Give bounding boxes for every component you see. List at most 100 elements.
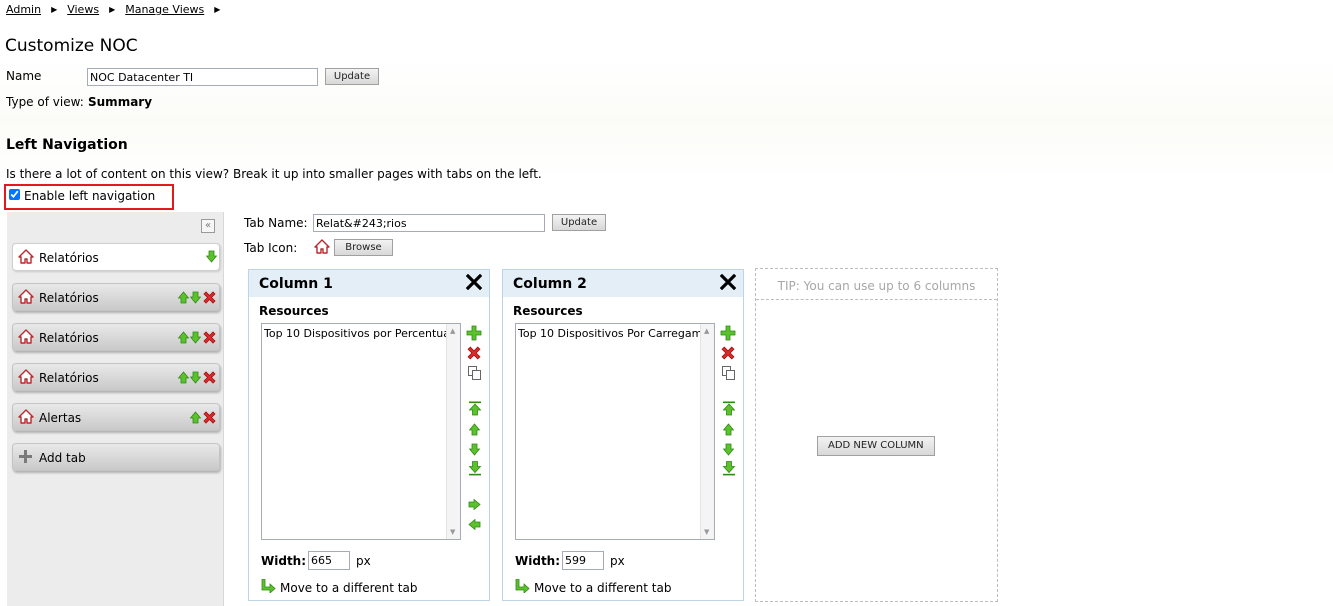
move-up-icon[interactable]: [177, 331, 190, 347]
move-up-icon[interactable]: [177, 371, 190, 387]
breadcrumb-views[interactable]: Views: [67, 3, 99, 16]
width-unit: px: [356, 554, 371, 568]
house-icon: [314, 239, 330, 257]
house-icon: [18, 289, 34, 307]
move-tab-arrow-icon: [515, 579, 530, 596]
title-redaction: [137, 36, 257, 51]
tab-actions: [177, 290, 217, 308]
move-to-bottom-icon[interactable]: [722, 461, 736, 479]
move-down-icon[interactable]: [722, 443, 735, 459]
breadcrumb-manage-views[interactable]: Manage Views: [125, 3, 204, 16]
delete-icon[interactable]: [202, 330, 217, 348]
browse-icon-button[interactable]: Browse: [334, 239, 393, 256]
tab-label: Relatórios: [39, 371, 99, 385]
add-resource-icon[interactable]: [466, 325, 482, 344]
tab-label: Relatórios: [39, 291, 99, 305]
move-tab-arrow-icon: [261, 579, 276, 596]
move-down-icon[interactable]: [468, 443, 481, 459]
close-column-icon[interactable]: [465, 273, 483, 293]
scroll-down-icon[interactable]: ▼: [450, 528, 455, 536]
add-new-column-button[interactable]: ADD NEW COLUMN: [817, 436, 935, 456]
resources-list[interactable]: Top 10 Dispositivos Por Carregamento ▲ ▼: [515, 323, 715, 540]
resource-item[interactable]: Top 10 Dispositivos Por Carregamento: [518, 327, 700, 340]
left-navigation-description: Is there a lot of content on this view? …: [6, 167, 542, 181]
tab-actions: [189, 410, 217, 428]
tab-label: Relatórios: [39, 251, 99, 265]
close-column-icon[interactable]: [719, 273, 737, 293]
move-down-icon[interactable]: [189, 371, 202, 387]
move-to-different-tab-label: Move to a different tab: [280, 580, 418, 595]
delete-resource-icon[interactable]: [466, 345, 482, 364]
house-icon: [18, 249, 34, 267]
width-unit: px: [610, 554, 625, 568]
move-to-different-tab-label: Move to a different tab: [534, 580, 672, 595]
scroll-up-icon[interactable]: ▲: [450, 327, 455, 335]
scrollbar[interactable]: ▲ ▼: [446, 324, 460, 539]
tab-label: Alertas: [39, 411, 82, 425]
move-up-icon[interactable]: [177, 291, 190, 307]
delete-icon[interactable]: [202, 290, 217, 308]
scroll-down-icon[interactable]: ▼: [704, 528, 709, 536]
breadcrumb-separator-icon: ▶: [214, 5, 221, 14]
move-to-bottom-icon[interactable]: [468, 461, 482, 479]
column-width-input[interactable]: [308, 551, 350, 570]
move-right-icon[interactable]: [468, 498, 481, 513]
tab-label: Relatórios: [39, 331, 99, 345]
move-down-icon[interactable]: [205, 250, 218, 266]
update-name-button[interactable]: Update: [325, 68, 379, 85]
move-to-different-tab-link[interactable]: Move to a different tab: [515, 579, 671, 596]
copy-resource-icon[interactable]: [722, 366, 735, 383]
tab-item[interactable]: Relatórios: [12, 243, 220, 271]
collapse-tabs-icon[interactable]: «: [201, 219, 215, 233]
view-name-input[interactable]: [87, 68, 318, 86]
move-up-icon[interactable]: [722, 423, 735, 439]
tab-item[interactable]: Relatórios: [12, 323, 220, 351]
column-width-input[interactable]: [562, 551, 604, 570]
resources-label: Resources: [259, 304, 329, 318]
tab-actions: [177, 370, 217, 388]
resources-list[interactable]: Top 10 Dispositivos por Percentual de Ut…: [261, 323, 461, 540]
house-icon: [18, 409, 34, 427]
scroll-up-icon[interactable]: ▲: [704, 327, 709, 335]
copy-resource-icon[interactable]: [468, 366, 481, 383]
move-up-icon[interactable]: [189, 411, 202, 427]
move-to-different-tab-link[interactable]: Move to a different tab: [261, 579, 417, 596]
tab-item[interactable]: Relatórios: [12, 363, 220, 391]
divider: [756, 299, 997, 300]
move-down-icon[interactable]: [189, 291, 202, 307]
left-navigation-heading: Left Navigation: [6, 137, 128, 153]
resource-item[interactable]: Top 10 Dispositivos por Percentual de Ut…: [264, 327, 446, 340]
move-to-top-icon[interactable]: [722, 401, 736, 419]
column-title: Column 2: [513, 276, 587, 292]
column-panel: Column 1 Resources Top 10 Dispositivos p…: [248, 269, 490, 601]
move-up-icon[interactable]: [468, 423, 481, 439]
move-left-icon[interactable]: [468, 518, 481, 533]
tab-item[interactable]: Relatórios: [12, 283, 220, 311]
scrollbar[interactable]: ▲ ▼: [700, 324, 714, 539]
tab-actions: [205, 250, 218, 266]
delete-icon[interactable]: [202, 410, 217, 428]
update-tab-button[interactable]: Update: [552, 214, 606, 231]
breadcrumb: Admin ▶ Views ▶ Manage Views ▶: [6, 3, 230, 16]
add-resource-icon[interactable]: [720, 325, 736, 344]
enable-left-navigation-highlight: Enable left navigation: [4, 184, 174, 210]
enable-left-navigation-checkbox[interactable]: [9, 189, 20, 200]
add-tab-button[interactable]: Add tab: [12, 443, 220, 471]
add-tab-label: Add tab: [39, 451, 86, 465]
delete-resource-icon[interactable]: [720, 345, 736, 364]
move-to-top-icon[interactable]: [468, 401, 482, 419]
delete-icon[interactable]: [202, 370, 217, 388]
width-label: Width:: [515, 554, 561, 568]
house-icon: [18, 329, 34, 347]
width-label: Width:: [261, 554, 307, 568]
breadcrumb-separator-icon: ▶: [109, 5, 116, 14]
name-label: Name: [6, 69, 42, 83]
new-column-placeholder: TIP: You can use up to 6 columns ADD NEW…: [755, 268, 998, 602]
enable-left-navigation-label[interactable]: Enable left navigation: [24, 189, 155, 203]
move-down-icon[interactable]: [189, 331, 202, 347]
breadcrumb-admin[interactable]: Admin: [6, 3, 41, 16]
plus-icon: [19, 450, 32, 466]
tab-name-input[interactable]: [313, 214, 545, 232]
tab-item[interactable]: Alertas: [12, 403, 220, 431]
page-title: Customize NOC: [5, 36, 138, 56]
